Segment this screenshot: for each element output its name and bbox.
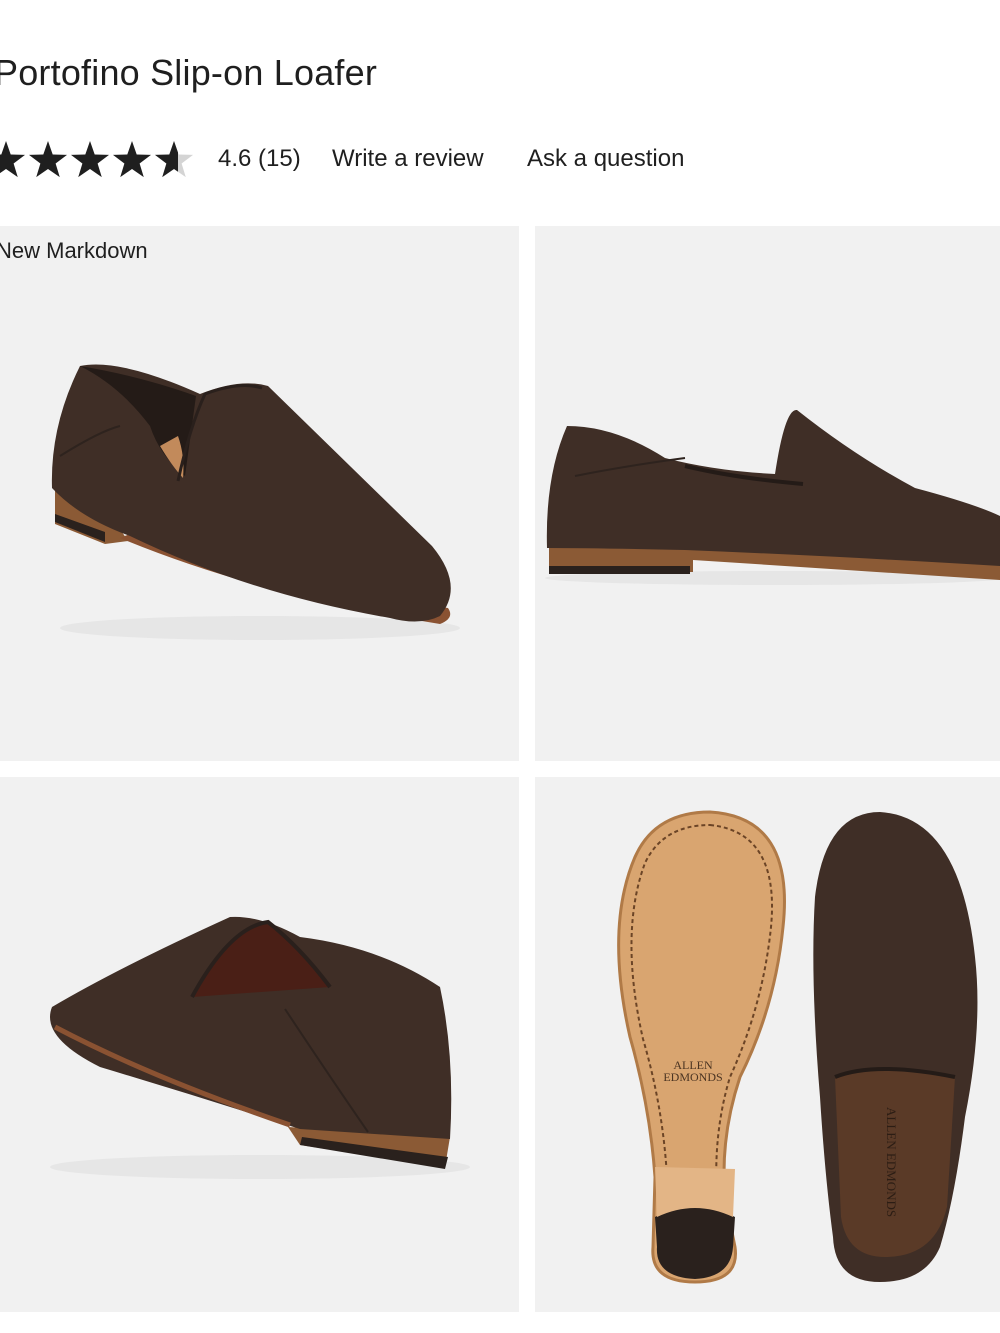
star-2-icon [28, 141, 68, 178]
insole-brand: ALLEN EDMONDS [884, 1107, 899, 1217]
product-image-sole-top[interactable]: ALLEN EDMONDS ALLEN EDMONDS [535, 777, 1000, 1312]
product-image-rear-angle[interactable] [0, 777, 519, 1312]
star-1-icon [0, 141, 26, 178]
rating-summary[interactable]: 4.6 (15) [218, 145, 301, 173]
loafer-side-image [545, 409, 1000, 585]
star-4-icon [112, 141, 152, 178]
product-image-front-angle[interactable]: New Markdown [0, 226, 519, 761]
star-rating[interactable] [0, 138, 194, 182]
product-image-side[interactable] [535, 226, 1000, 761]
star-3-icon [70, 141, 110, 178]
markdown-badge: New Markdown [0, 238, 148, 263]
loafer-sole-top-image: ALLEN EDMONDS ALLEN EDMONDS [617, 810, 978, 1284]
loafer-front-angle-image [51, 364, 460, 640]
product-title: Portofino Slip-on Loafer [0, 52, 378, 93]
ask-question-link[interactable]: Ask a question [527, 145, 684, 173]
sole-brand-line2: EDMONDS [663, 1070, 722, 1084]
loafer-rear-angle-image [50, 916, 470, 1179]
write-review-link[interactable]: Write a review [332, 145, 484, 173]
rating-row: 4.6 (15) Write a review Ask a question [0, 138, 1000, 182]
